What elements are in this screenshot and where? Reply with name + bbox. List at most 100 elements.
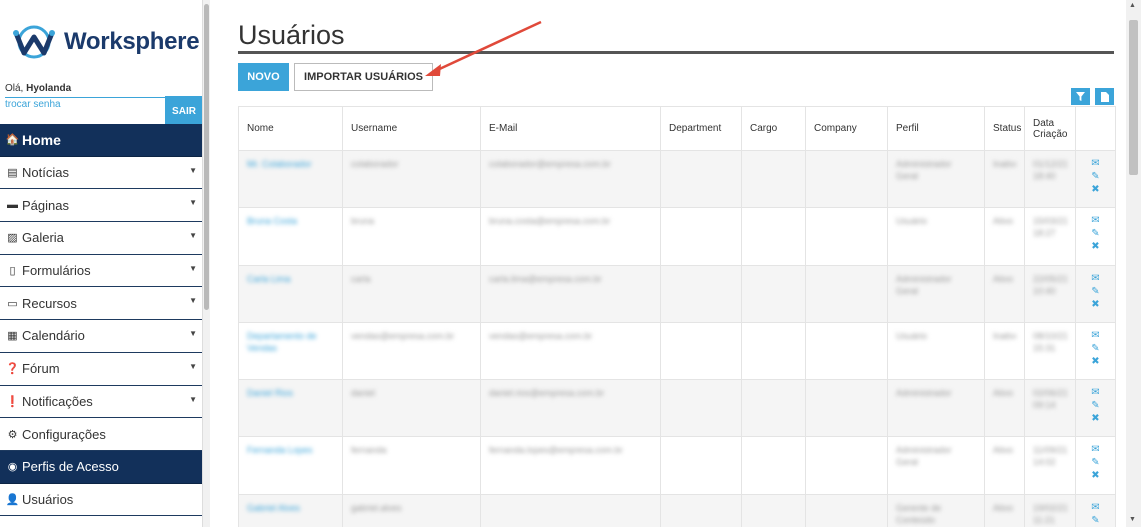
sidebar-item-configuracoes[interactable]: ⚙ Configurações bbox=[0, 418, 202, 451]
cell-username: gabriel.alves bbox=[351, 502, 402, 513]
filter-button[interactable] bbox=[1071, 88, 1090, 105]
page-scrollbar-thumb[interactable] bbox=[1129, 20, 1138, 175]
envelope-icon[interactable]: ✉ bbox=[1091, 273, 1099, 284]
sidebar-item-home[interactable]: 🏠 Home bbox=[0, 124, 202, 157]
sidebar-item-usuarios[interactable]: 👤 Usuários bbox=[0, 483, 202, 517]
envelope-icon[interactable]: ✉ bbox=[1091, 387, 1099, 398]
cell-email: bruna.costa@empresa.com.br bbox=[489, 216, 611, 227]
sidebar-item-calendario[interactable]: ▦ Calendário ▼ bbox=[0, 320, 202, 353]
sidebar-item-galeria[interactable]: ▨ Galeria ▼ bbox=[0, 222, 202, 255]
sidebar-scrollbar-thumb[interactable] bbox=[204, 4, 209, 310]
envelope-icon[interactable]: ✉ bbox=[1091, 215, 1099, 226]
table-row[interactable]: Daniel Rios daniel daniel.rios@empresa.com… bbox=[238, 379, 1116, 438]
cell-nome[interactable]: Bruna Costa bbox=[247, 215, 334, 227]
export-button[interactable] bbox=[1095, 88, 1114, 105]
pencil-icon[interactable]: ✎ bbox=[1091, 343, 1099, 354]
cell-status: Ativo bbox=[993, 445, 1014, 456]
annotation-arrow bbox=[425, 20, 542, 76]
delete-icon[interactable]: ✖ bbox=[1091, 299, 1099, 310]
cell-status: Ativo bbox=[993, 273, 1014, 284]
table-cell: Bruna Costa bbox=[238, 207, 343, 266]
envelope-icon[interactable]: ✉ bbox=[1091, 330, 1099, 341]
table-cell bbox=[805, 493, 888, 527]
pencil-icon[interactable]: ✎ bbox=[1091, 286, 1099, 297]
pencil-icon[interactable]: ✎ bbox=[1091, 228, 1099, 239]
filter-icon bbox=[1076, 92, 1085, 101]
chevron-down-icon: ▼ bbox=[189, 329, 197, 339]
table-cell: 11/09/21 14:02 bbox=[1024, 436, 1076, 495]
change-password-link[interactable]: trocar senha bbox=[5, 97, 165, 121]
sidebar-item-perfis-de-acesso[interactable]: ◉ Perfis de Acesso bbox=[0, 450, 202, 484]
table-cell: Fernanda Lopes bbox=[238, 436, 343, 495]
cell-email: colaborador@empresa.com.br bbox=[489, 159, 611, 169]
table-cell bbox=[660, 264, 742, 323]
envelope-icon[interactable]: ✉ bbox=[1091, 158, 1099, 169]
brand-logo[interactable]: Worksphere bbox=[10, 22, 200, 62]
table-cell: Departamento de Vendas bbox=[238, 321, 343, 381]
sidebar-item-notificacoes[interactable]: ❗ Notificações ▼ bbox=[0, 385, 202, 419]
column-header[interactable]: Company bbox=[805, 106, 888, 151]
pencil-icon[interactable]: ✎ bbox=[1091, 171, 1099, 182]
cell-nome[interactable]: Mr. Colaborador bbox=[247, 158, 334, 170]
calendar-icon: ▦ bbox=[7, 330, 18, 343]
image-icon: ▨ bbox=[7, 232, 18, 245]
envelope-icon[interactable]: ✉ bbox=[1091, 444, 1099, 455]
envelope-icon[interactable]: ✉ bbox=[1091, 502, 1099, 513]
column-header[interactable]: E-Mail bbox=[480, 106, 661, 151]
sidebar-item-recursos[interactable]: ▭ Recursos ▼ bbox=[0, 287, 202, 321]
column-header[interactable]: Cargo bbox=[741, 106, 806, 151]
table-row[interactable]: Departamento de Vendas vendas@empresa.com… bbox=[238, 321, 1116, 381]
cell-nome[interactable]: Departamento de Vendas bbox=[247, 330, 334, 354]
table-cell bbox=[480, 493, 661, 527]
pencil-icon[interactable]: ✎ bbox=[1091, 515, 1099, 526]
row-actions: ✉ ✎ ✖ bbox=[1075, 264, 1116, 323]
cell-nome[interactable]: Fernanda Lopes bbox=[247, 444, 334, 456]
cell-data: 02/06/21 09:14 bbox=[1033, 388, 1067, 411]
sidebar-item-noticias[interactable]: ▤ Notícias ▼ bbox=[0, 156, 202, 190]
cell-nome[interactable]: Daniel Rios bbox=[247, 387, 334, 399]
user-circle-icon: ◉ bbox=[7, 461, 18, 474]
column-header[interactable] bbox=[1075, 106, 1116, 151]
table-row[interactable]: Carla Lima carla carla.lima@empresa.com.br… bbox=[238, 264, 1116, 323]
sidebar-item-label: Formulários bbox=[22, 263, 91, 279]
delete-icon[interactable]: ✖ bbox=[1091, 356, 1099, 367]
delete-icon[interactable]: ✖ bbox=[1091, 241, 1099, 252]
import-users-button[interactable]: IMPORTAR USUÁRIOS bbox=[294, 63, 433, 91]
table-cell: 01/12/21 18:40 bbox=[1024, 149, 1076, 209]
table-cell: Usuário bbox=[887, 321, 985, 381]
sidebar-item-label: Notícias bbox=[22, 165, 69, 181]
document-icon bbox=[1100, 91, 1109, 102]
pencil-icon[interactable]: ✎ bbox=[1091, 457, 1099, 468]
column-header[interactable]: Data Criação bbox=[1024, 106, 1076, 151]
table-row[interactable]: Fernanda Lopes fernanda fernanda.lopes@emp… bbox=[238, 436, 1116, 495]
cell-nome[interactable]: Carla Lima bbox=[247, 273, 334, 285]
sidebar-item-formularios[interactable]: ▯ Formulários ▼ bbox=[0, 254, 202, 288]
table-row[interactable]: Bruna Costa bruna bruna.costa@empresa.com.… bbox=[238, 207, 1116, 266]
logout-button[interactable]: SAIR bbox=[165, 96, 202, 124]
sidebar-item-label: Notificações bbox=[22, 393, 93, 409]
cell-data: 01/12/21 18:40 bbox=[1033, 159, 1067, 181]
table-row[interactable]: Mr. Colaborador colaborador colaborador@em… bbox=[238, 149, 1116, 209]
column-header[interactable]: Nome bbox=[238, 106, 343, 151]
table-cell: gabriel.alves bbox=[342, 493, 481, 527]
new-user-button[interactable]: NOVO bbox=[238, 63, 289, 91]
column-header[interactable]: Status bbox=[984, 106, 1025, 151]
table-row[interactable]: Gabriel Alves gabriel.alves Gerente de Con… bbox=[238, 493, 1116, 527]
scroll-up-arrow[interactable]: ▲ bbox=[1129, 2, 1136, 9]
delete-icon[interactable]: ✖ bbox=[1091, 184, 1099, 195]
sidebar-item-forum[interactable]: ❓ Fórum ▼ bbox=[0, 352, 202, 386]
delete-icon[interactable]: ✖ bbox=[1091, 470, 1099, 481]
table-cell: Carla Lima bbox=[238, 264, 343, 323]
column-header[interactable]: Username bbox=[342, 106, 481, 151]
scroll-down-arrow[interactable]: ▼ bbox=[1129, 516, 1136, 523]
table-cell: Administrador Geral bbox=[887, 436, 985, 495]
cell-nome[interactable]: Gabriel Alves bbox=[247, 502, 334, 514]
delete-icon[interactable]: ✖ bbox=[1091, 413, 1099, 424]
column-header[interactable]: Perfil bbox=[887, 106, 985, 151]
sidebar-item-paginas[interactable]: ▬ Páginas ▼ bbox=[0, 189, 202, 223]
cell-status: Ativo bbox=[993, 502, 1014, 513]
column-header[interactable]: Department bbox=[660, 106, 742, 151]
table-cell: daniel.rios@empresa.com.br bbox=[480, 379, 661, 438]
pencil-icon[interactable]: ✎ bbox=[1091, 400, 1099, 411]
table-cell bbox=[805, 379, 888, 438]
